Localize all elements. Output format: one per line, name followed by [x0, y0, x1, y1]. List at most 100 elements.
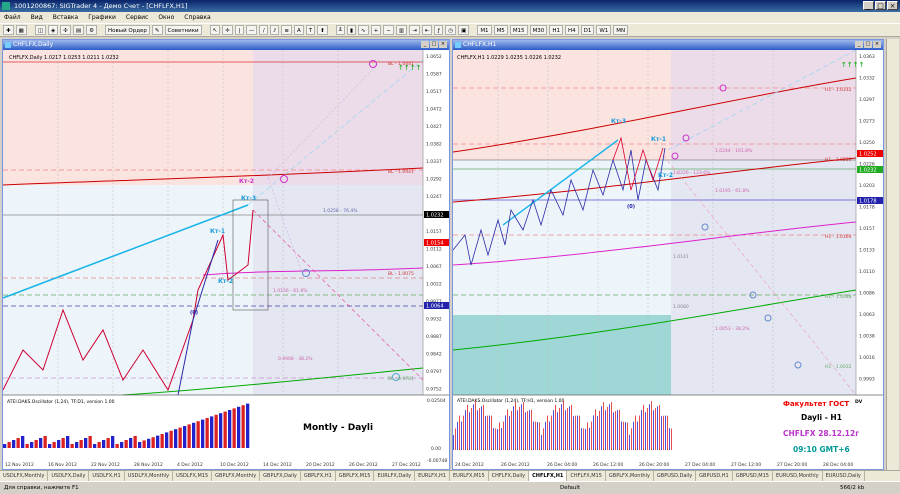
price-tick: 1.0157 — [426, 229, 442, 235]
cursor-icon[interactable]: ↖ — [209, 25, 221, 35]
date-tick: 28 Dec 04:00 — [823, 462, 853, 468]
oscillator-bar — [625, 422, 626, 450]
oscillator-bar — [457, 421, 458, 450]
data-window-icon[interactable]: ◈ — [48, 25, 59, 35]
navigator-icon[interactable]: ✣ — [60, 25, 71, 35]
timeframe-m30[interactable]: M30 — [529, 25, 548, 35]
left-chart-info: CHFLFX,Daily 1.0217 1.0253 1.0211 1.0232 — [9, 55, 119, 61]
line-chart-icon[interactable]: ∿ — [358, 25, 369, 35]
vertical-scrollbar[interactable] — [886, 39, 899, 470]
timeframe-m1[interactable]: M1 — [477, 25, 492, 35]
price-tick: 1.0273 — [859, 119, 875, 125]
fibonacci-icon[interactable]: ≡ — [281, 25, 292, 35]
crosshair-icon[interactable]: ✛ — [222, 25, 233, 35]
oscillator-bar — [559, 407, 560, 450]
advisors-button[interactable]: Советники — [164, 25, 202, 35]
maximize-button[interactable]: □ — [875, 1, 886, 10]
arrows-icon[interactable]: ⬆ — [317, 25, 328, 35]
menu-charts[interactable]: Графики — [88, 14, 116, 21]
oscillator-bar — [667, 415, 668, 450]
oscillator-bar — [543, 428, 544, 450]
indicators-icon[interactable]: ƒ — [434, 25, 444, 35]
oscillator-bar — [489, 415, 490, 450]
date-tick: 27 Dec 04:00 — [685, 462, 715, 468]
tile-windows-icon[interactable]: ▥ — [395, 25, 408, 35]
left-chart-canvas[interactable]: 1.0652 1.0587 1.0517 1.0472 1.0427 1.0382 1.03… — [3, 50, 449, 469]
right-maximize-button[interactable]: □ — [864, 41, 872, 48]
templates-icon[interactable]: ▣ — [458, 25, 470, 35]
zoom-in-icon[interactable]: + — [370, 25, 382, 35]
menu-help[interactable]: Справка — [184, 14, 210, 21]
oscillator-bar — [535, 421, 536, 450]
timeframe-m15[interactable]: M15 — [509, 25, 528, 35]
trendline-icon[interactable]: / — [259, 25, 269, 35]
date-tick: 26 Dec 12:00 — [593, 462, 623, 468]
oscillator-bar — [661, 416, 662, 450]
menu-window[interactable]: Окно — [158, 14, 174, 21]
oscillator-bar — [97, 442, 101, 448]
date-tick: 27 Dec 20:00 — [777, 462, 807, 468]
new-chart-icon[interactable]: ✚ — [3, 25, 14, 35]
menu-file[interactable]: Файл — [4, 14, 21, 21]
oscillator-bar — [499, 422, 500, 450]
menu-view[interactable]: Вид — [31, 14, 43, 21]
right-chart-titlebar[interactable]: CHFLFX,H1 _ □ × — [453, 40, 883, 50]
oscillator-bar — [214, 414, 218, 448]
terminal-icon[interactable]: ▤ — [72, 25, 85, 35]
left-close-button[interactable]: × — [439, 41, 447, 48]
right-chart-window[interactable]: CHFLFX,H1 _ □ × 1.0363 1.0332 1.0297 1.0… — [452, 39, 884, 470]
left-minimize-button[interactable]: _ — [421, 41, 429, 48]
fib-label: 1.0244 - 161.8% — [715, 148, 753, 154]
horizontal-line-icon[interactable]: — — [245, 25, 258, 35]
new-order-button[interactable]: Новый Ордер — [105, 25, 150, 35]
annotation-symbol-date: CHFLFX 28.12.12г — [783, 429, 859, 438]
autoscroll-icon[interactable]: ⇥ — [409, 25, 420, 35]
status-profile[interactable]: Default — [560, 482, 580, 494]
oscillator-bar — [467, 404, 468, 450]
profiles-icon[interactable]: ▦ — [15, 25, 27, 35]
bar-chart-icon[interactable]: ╨ — [335, 25, 346, 35]
timeframe-d1[interactable]: D1 — [580, 25, 595, 35]
oscillator-bar — [491, 415, 492, 450]
metaeditor-icon[interactable]: ✎ — [151, 25, 163, 35]
timeframe-w1[interactable]: W1 — [596, 25, 612, 35]
left-chart-titlebar[interactable]: CHFLFX,Daily _ □ × — [3, 40, 449, 50]
price-tick: 1.0086 — [859, 291, 875, 297]
right-minimize-button[interactable]: _ — [855, 41, 863, 48]
menu-insert[interactable]: Вставка — [53, 14, 78, 21]
oscillator-bar — [463, 415, 464, 450]
candles-icon[interactable]: ▮ — [347, 25, 357, 35]
oscillator-bar — [93, 444, 97, 448]
osc-scale-bottom: -0.00748 — [427, 458, 447, 464]
right-chart-canvas[interactable]: 1.03631.03321.02971.02731.02501.02261.02… — [453, 50, 883, 469]
level-label: H1 - 1.0239 — [825, 157, 852, 163]
oscillator-bar — [25, 444, 29, 448]
menu-tools[interactable]: Сервис — [126, 14, 148, 21]
close-button[interactable]: × — [887, 1, 898, 10]
periods-icon[interactable]: ◷ — [445, 25, 457, 35]
text-icon[interactable]: A — [293, 25, 304, 35]
chart-shift-icon[interactable]: ⇤ — [421, 25, 433, 35]
left-chart-window[interactable]: CHFLFX,Daily _ □ × 1.0652 1.0587 1.0517 … — [2, 39, 450, 470]
minimize-button[interactable]: _ — [863, 1, 874, 10]
market-watch-icon[interactable]: ◫ — [34, 25, 47, 35]
oscillator-bar — [165, 432, 169, 448]
channel-icon[interactable]: ⫽ — [270, 25, 280, 35]
oscillator-bar — [115, 444, 119, 448]
oscillator-bar — [70, 444, 74, 448]
strategy-tester-icon[interactable]: ⚙ — [86, 25, 97, 35]
oscillator-bar — [111, 436, 115, 448]
oscillator-bar — [593, 415, 594, 450]
left-maximize-button[interactable]: □ — [430, 41, 438, 48]
zoom-out-icon[interactable]: − — [383, 25, 394, 35]
label-icon[interactable]: T — [305, 25, 316, 35]
timeframe-h4[interactable]: H4 — [564, 25, 579, 35]
timeframe-m5[interactable]: M5 — [493, 25, 508, 35]
timeframe-mn[interactable]: MN — [613, 25, 629, 35]
oscillator-bar — [525, 412, 526, 450]
timeframe-h1[interactable]: H1 — [549, 25, 563, 35]
oscillator-bar — [174, 429, 178, 448]
right-close-button[interactable]: × — [873, 41, 881, 48]
date-tick: 26 Dec 2012 — [501, 462, 530, 468]
vertical-line-icon[interactable]: | — [234, 25, 244, 35]
